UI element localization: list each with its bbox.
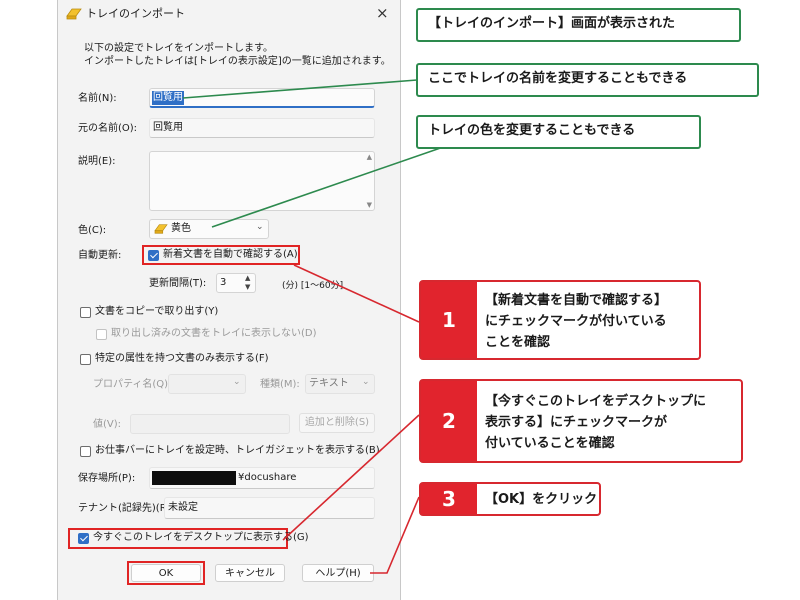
original-name-field: 回覧用 — [149, 118, 375, 138]
gadget-checkbox[interactable] — [80, 446, 91, 457]
step-1-line-3: ことを確認 — [485, 335, 551, 350]
callout-dialog-shown: 【トレイのインポート】画面が表示された — [416, 8, 741, 42]
type-select[interactable]: テキスト ⌄ — [305, 374, 375, 394]
type-select-value: テキスト — [309, 378, 349, 389]
step-1-line-2: にチェックマークが付いている — [485, 314, 667, 329]
step-2-line-1: 【今すぐこのトレイをデスクトップに — [485, 394, 707, 409]
close-icon[interactable]: × — [376, 4, 389, 22]
desktop-label[interactable]: 今すぐこのトレイをデスクトップに表示する(G) — [93, 531, 309, 545]
title-bar: トレイのインポート × — [58, 0, 400, 28]
interval-stepper[interactable]: 3 ▲ ▼ — [216, 273, 256, 293]
tenant-value: 未設定 — [168, 502, 198, 513]
auto-update-checkbox[interactable] — [148, 250, 159, 261]
tenant-label: テナント(記録先)(R): — [78, 503, 174, 514]
name-input[interactable]: 回覧用 — [149, 88, 375, 108]
value-input[interactable] — [130, 414, 290, 434]
description-textarea[interactable]: ▲ ▼ — [149, 151, 375, 211]
add-delete-button[interactable]: 追加と削除(S) — [299, 413, 375, 433]
step-2-line-2: 表示する】にチェックマークが — [485, 415, 668, 430]
desktop-checkbox[interactable] — [78, 533, 89, 544]
color-select[interactable]: 黄色 ⌄ — [149, 219, 269, 239]
hide-taken-out-checkbox[interactable] — [96, 329, 107, 340]
step-3-line-1: 【OK】をクリック — [485, 492, 598, 507]
step-1-line-1: 【新着文書を自動で確認する】 — [485, 293, 668, 308]
attr-filter-label[interactable]: 特定の属性を持つ文書のみ表示する(F) — [95, 352, 269, 366]
gadget-label[interactable]: お仕事バーにトレイを設定時、トレイガジェットを表示する(B) — [95, 444, 380, 458]
chevron-down-icon: ⌄ — [362, 377, 370, 387]
attr-filter-checkbox[interactable] — [80, 354, 91, 365]
step-2-callout: 2 【今すぐこのトレイをデスクトップに 表示する】にチェックマークが 付いている… — [419, 379, 743, 463]
save-location-label: 保存場所(P): — [78, 473, 136, 484]
property-name-select[interactable]: ⌄ — [168, 374, 246, 394]
scroll-down-icon[interactable]: ▼ — [367, 201, 372, 209]
step-2-number: 2 — [421, 381, 477, 461]
interval-unit: (分) [1～60分] — [282, 281, 344, 291]
yellow-tray-icon — [154, 224, 168, 234]
chevron-down-icon: ⌄ — [233, 377, 241, 387]
help-button[interactable]: ヘルプ(H) — [302, 564, 374, 582]
color-select-value: 黄色 — [171, 223, 191, 234]
step-3-callout: 3 【OK】をクリック — [419, 482, 601, 516]
redacted-path — [152, 471, 236, 485]
color-label: 色(C): — [78, 225, 107, 236]
copy-out-checkbox[interactable] — [80, 307, 91, 318]
ok-button[interactable]: OK — [131, 564, 201, 582]
auto-update-label: 自動更新: — [78, 250, 122, 261]
step-1-callout: 1 【新着文書を自動で確認する】 にチェックマークが付いている ことを確認 — [419, 280, 701, 360]
type-label: 種類(M): — [260, 379, 300, 390]
value-label: 値(V): — [93, 419, 122, 430]
property-name-label: プロパティ名(Q): — [93, 379, 172, 390]
original-name-value: 回覧用 — [153, 122, 183, 133]
intro-line-1: 以下の設定でトレイをインポートします。 — [84, 43, 273, 54]
tray-icon — [66, 8, 82, 20]
window-title: トレイのインポート — [86, 7, 185, 20]
save-location-field: ¥docushare — [149, 467, 375, 489]
tenant-field: 未設定 — [164, 497, 375, 519]
step-2-line-3: 付いていることを確認 — [485, 436, 615, 451]
original-name-label: 元の名前(O): — [78, 123, 138, 134]
interval-label: 更新間隔(T): — [149, 278, 207, 289]
description-label: 説明(E): — [78, 156, 116, 167]
step-3-number: 3 — [421, 484, 477, 514]
step-1-number: 1 — [421, 282, 477, 358]
chevron-down-icon: ⌄ — [256, 222, 264, 232]
name-input-value: 回覧用 — [152, 91, 184, 105]
intro-line-2: インポートしたトレイは[トレイの表示設定]の一覧に追加されます。 — [84, 56, 391, 67]
hide-taken-out-label: 取り出し済みの文書をトレイに表示しない(D) — [111, 328, 317, 339]
increment-icon[interactable]: ▲ — [245, 274, 250, 282]
interval-value: 3 — [220, 277, 227, 288]
import-tray-dialog: トレイのインポート × 以下の設定でトレイをインポートします。 インポートしたト… — [57, 0, 401, 600]
callout-rename: ここでトレイの名前を変更することもできる — [416, 63, 759, 97]
auto-update-checkbox-label[interactable]: 新着文書を自動で確認する(A) — [163, 248, 298, 262]
scroll-up-icon[interactable]: ▲ — [367, 153, 372, 161]
decrement-icon[interactable]: ▼ — [245, 283, 250, 291]
callout-color: トレイの色を変更することもできる — [416, 115, 701, 149]
cancel-button[interactable]: キャンセル — [215, 564, 285, 582]
name-label: 名前(N): — [78, 93, 117, 104]
copy-out-label[interactable]: 文書をコピーで取り出す(Y) — [95, 305, 218, 319]
save-location-value: ¥docushare — [238, 472, 297, 483]
